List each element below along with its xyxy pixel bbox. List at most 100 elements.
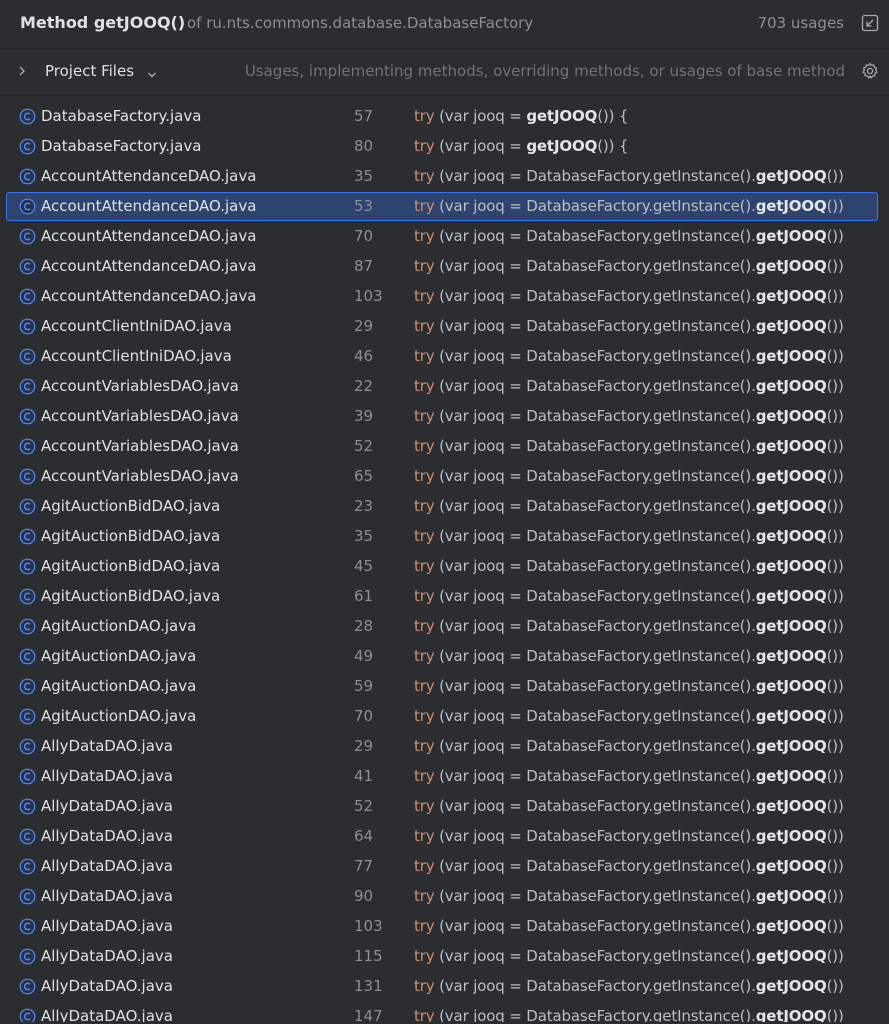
usage-row[interactable]: AccountVariablesDAO.java 65 try (var jooq … bbox=[0, 462, 889, 492]
usage-line-number: 59 bbox=[354, 677, 374, 695]
code-prefix: (var jooq = DatabaseFactory.getInstance(… bbox=[434, 977, 756, 995]
usage-row[interactable]: AllyDataDAO.java 131 try (var jooq = Datab… bbox=[0, 972, 889, 1002]
usage-row[interactable]: DatabaseFactory.java 80 try (var jooq = ge… bbox=[0, 132, 889, 162]
code-keyword: try bbox=[414, 527, 435, 545]
code-prefix: (var jooq = DatabaseFactory.getInstance(… bbox=[434, 347, 756, 365]
usage-row[interactable]: AllyDataDAO.java 147 try (var jooq = Datab… bbox=[0, 1002, 889, 1022]
usage-row[interactable]: AgitAuctionBidDAO.java 23 try (var jooq = … bbox=[0, 492, 889, 522]
code-suffix: ()) bbox=[826, 347, 844, 365]
usage-line-number: 70 bbox=[354, 227, 374, 245]
usage-file-name: DatabaseFactory.java bbox=[41, 107, 202, 125]
usage-line-number: 103 bbox=[354, 287, 383, 305]
code-suffix: ()) bbox=[826, 587, 844, 605]
usage-code-snippet: try (var jooq = DatabaseFactory.getInsta… bbox=[414, 947, 844, 965]
chevron-down-icon[interactable] bbox=[146, 66, 158, 78]
usage-row[interactable]: AllyDataDAO.java 64 try (var jooq = Databa… bbox=[0, 822, 889, 852]
code-usage-highlight: getJOOQ bbox=[755, 227, 827, 245]
usage-row[interactable]: AgitAuctionDAO.java 70 try (var jooq = Dat… bbox=[0, 702, 889, 732]
scope-selector[interactable]: Project Files bbox=[45, 62, 134, 80]
usage-row[interactable]: AgitAuctionDAO.java 59 try (var jooq = Dat… bbox=[0, 672, 889, 702]
code-usage-highlight: getJOOQ bbox=[755, 647, 827, 665]
usage-line-number: 103 bbox=[354, 917, 383, 935]
usage-row[interactable]: AllyDataDAO.java 115 try (var jooq = Datab… bbox=[0, 942, 889, 972]
code-keyword: try bbox=[414, 617, 435, 635]
usage-line-number: 61 bbox=[354, 587, 374, 605]
usage-row[interactable]: AccountAttendanceDAO.java 35 try (var jooq… bbox=[0, 162, 889, 192]
java-class-icon bbox=[19, 1008, 36, 1022]
usage-row[interactable]: AllyDataDAO.java 90 try (var jooq = Databa… bbox=[0, 882, 889, 912]
usage-row[interactable]: AllyDataDAO.java 77 try (var jooq = Databa… bbox=[0, 852, 889, 882]
code-prefix: (var jooq = DatabaseFactory.getInstance(… bbox=[434, 377, 756, 395]
usage-row[interactable]: AllyDataDAO.java 52 try (var jooq = Databa… bbox=[0, 792, 889, 822]
code-suffix: ()) bbox=[826, 557, 844, 575]
code-suffix: ()) bbox=[826, 827, 844, 845]
code-prefix: (var jooq = bbox=[434, 107, 527, 125]
java-class-icon bbox=[19, 888, 36, 905]
code-usage-highlight: getJOOQ bbox=[755, 887, 827, 905]
code-keyword: try bbox=[414, 287, 435, 305]
usage-line-number: 29 bbox=[354, 737, 374, 755]
code-suffix: ()) bbox=[826, 707, 844, 725]
usage-row[interactable]: AccountAttendanceDAO.java 103 try (var joo… bbox=[0, 282, 889, 312]
usage-row[interactable]: AccountAttendanceDAO.java 70 try (var jooq… bbox=[0, 222, 889, 252]
usage-row[interactable]: AllyDataDAO.java 103 try (var jooq = Datab… bbox=[0, 912, 889, 942]
usage-code-snippet: try (var jooq = DatabaseFactory.getInsta… bbox=[414, 917, 844, 935]
code-usage-highlight: getJOOQ bbox=[755, 707, 827, 725]
usage-row[interactable]: AgitAuctionDAO.java 28 try (var jooq = Dat… bbox=[0, 612, 889, 642]
usage-file-name: AccountAttendanceDAO.java bbox=[41, 167, 257, 185]
usage-line-number: 147 bbox=[354, 1007, 383, 1022]
usage-file-name: AccountClientIniDAO.java bbox=[41, 347, 232, 365]
code-suffix: ()) bbox=[826, 797, 844, 815]
usage-line-number: 41 bbox=[354, 767, 374, 785]
code-usage-highlight: getJOOQ bbox=[755, 1007, 827, 1022]
usage-file-name: AgitAuctionDAO.java bbox=[41, 707, 197, 725]
usage-code-snippet: try (var jooq = DatabaseFactory.getInsta… bbox=[414, 827, 844, 845]
usage-line-number: 77 bbox=[354, 857, 374, 875]
gear-icon[interactable] bbox=[861, 62, 879, 80]
code-keyword: try bbox=[414, 857, 435, 875]
code-keyword: try bbox=[414, 257, 435, 275]
usage-code-snippet: try (var jooq = DatabaseFactory.getInsta… bbox=[414, 857, 844, 875]
popup-title: Method getJOOQ() bbox=[20, 13, 186, 32]
code-keyword: try bbox=[414, 227, 435, 245]
code-keyword: try bbox=[414, 737, 435, 755]
usage-row[interactable]: AgitAuctionBidDAO.java 61 try (var jooq = … bbox=[0, 582, 889, 612]
code-keyword: try bbox=[414, 137, 435, 155]
usage-row[interactable]: AccountAttendanceDAO.java 53 try (var jooq… bbox=[0, 192, 889, 222]
usage-row[interactable]: AccountVariablesDAO.java 52 try (var jooq … bbox=[0, 432, 889, 462]
code-prefix: (var jooq = DatabaseFactory.getInstance(… bbox=[434, 707, 756, 725]
usage-row[interactable]: AllyDataDAO.java 41 try (var jooq = Databa… bbox=[0, 762, 889, 792]
code-prefix: (var jooq = bbox=[434, 137, 527, 155]
code-prefix: (var jooq = DatabaseFactory.getInstance(… bbox=[434, 917, 756, 935]
usage-row[interactable]: AgitAuctionBidDAO.java 35 try (var jooq = … bbox=[0, 522, 889, 552]
code-usage-highlight: getJOOQ bbox=[755, 497, 827, 515]
java-class-icon bbox=[19, 138, 36, 155]
code-keyword: try bbox=[414, 107, 435, 125]
code-prefix: (var jooq = DatabaseFactory.getInstance(… bbox=[434, 287, 756, 305]
code-prefix: (var jooq = DatabaseFactory.getInstance(… bbox=[434, 557, 756, 575]
code-suffix: ()) bbox=[826, 1007, 844, 1022]
usage-row[interactable]: AgitAuctionDAO.java 49 try (var jooq = Dat… bbox=[0, 642, 889, 672]
usage-row[interactable]: AccountClientIniDAO.java 46 try (var jooq … bbox=[0, 342, 889, 372]
java-class-icon bbox=[19, 378, 36, 395]
usage-row[interactable]: AccountClientIniDAO.java 29 try (var jooq … bbox=[0, 312, 889, 342]
usage-line-number: 57 bbox=[354, 107, 374, 125]
usage-row[interactable]: AllyDataDAO.java 29 try (var jooq = Databa… bbox=[0, 732, 889, 762]
usage-row[interactable]: AgitAuctionBidDAO.java 45 try (var jooq = … bbox=[0, 552, 889, 582]
code-prefix: (var jooq = DatabaseFactory.getInstance(… bbox=[434, 947, 756, 965]
code-usage-highlight: getJOOQ bbox=[755, 767, 827, 785]
usage-line-number: 52 bbox=[354, 797, 374, 815]
usage-line-number: 131 bbox=[354, 977, 383, 995]
chevron-right-icon[interactable] bbox=[15, 63, 29, 77]
code-suffix: ()) bbox=[826, 227, 844, 245]
usage-row[interactable]: AccountVariablesDAO.java 39 try (var jooq … bbox=[0, 402, 889, 432]
expand-icon[interactable] bbox=[861, 14, 879, 32]
code-usage-highlight: getJOOQ bbox=[755, 917, 827, 935]
code-prefix: (var jooq = DatabaseFactory.getInstance(… bbox=[434, 617, 756, 635]
usage-row[interactable]: AccountVariablesDAO.java 22 try (var jooq … bbox=[0, 372, 889, 402]
usage-row[interactable]: AccountAttendanceDAO.java 87 try (var jooq… bbox=[0, 252, 889, 282]
code-usage-highlight: getJOOQ bbox=[755, 527, 827, 545]
usage-row[interactable]: DatabaseFactory.java 57 try (var jooq = ge… bbox=[0, 102, 889, 132]
code-suffix: ()) bbox=[826, 767, 844, 785]
code-prefix: (var jooq = DatabaseFactory.getInstance(… bbox=[434, 317, 756, 335]
